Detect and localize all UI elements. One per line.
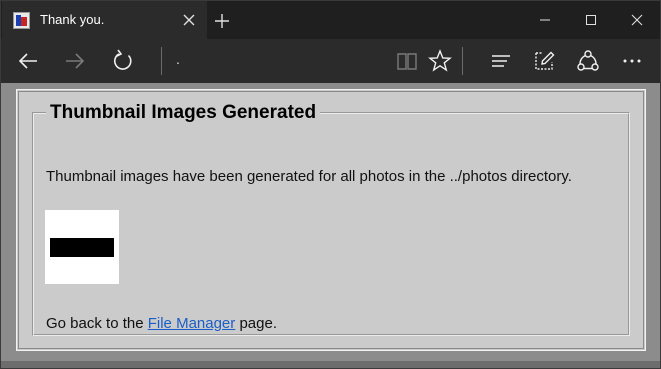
- nav-toolbar: .: [1, 39, 660, 83]
- forward-icon: [59, 45, 91, 77]
- back-line: Go back to the File Manager page.: [46, 315, 277, 332]
- web-note-icon[interactable]: [528, 45, 560, 77]
- share-icon[interactable]: [572, 45, 604, 77]
- browser-window: Thank you. . Thumbnail Images Generated …: [0, 0, 661, 369]
- reading-view-icon: [391, 45, 423, 77]
- window-bottom-edge: [1, 361, 660, 368]
- back-icon[interactable]: [12, 45, 44, 77]
- minimize-icon[interactable]: [522, 1, 568, 39]
- page-frame: Thumbnail Images Generated Thumbnail ima…: [18, 91, 644, 349]
- thumbnail-image: [45, 210, 119, 284]
- tab-active[interactable]: Thank you.: [2, 1, 207, 39]
- back-prefix: Go back to the: [46, 315, 148, 332]
- close-tab-icon[interactable]: [178, 9, 200, 31]
- refresh-icon[interactable]: [107, 45, 139, 77]
- result-fieldset: Thumbnail Images Generated Thumbnail ima…: [32, 102, 630, 336]
- page-content: Thumbnail Images Generated Thumbnail ima…: [16, 89, 646, 351]
- favorite-star-icon[interactable]: [424, 45, 456, 77]
- edge-favicon-icon: [13, 12, 30, 29]
- thumbnail-bar: [50, 238, 114, 257]
- hub-icon[interactable]: [485, 45, 517, 77]
- tab-title: Thank you.: [40, 12, 105, 27]
- maximize-icon[interactable]: [568, 1, 614, 39]
- toolbar-divider: [161, 47, 162, 75]
- toolbar-divider: [462, 47, 463, 75]
- file-manager-link[interactable]: File Manager: [148, 315, 236, 332]
- back-suffix: page.: [235, 315, 277, 332]
- result-message: Thumbnail images have been generated for…: [46, 168, 572, 185]
- new-tab-icon[interactable]: [210, 9, 234, 33]
- address-bar[interactable]: .: [176, 51, 180, 67]
- close-window-icon[interactable]: [614, 1, 660, 39]
- more-icon[interactable]: [616, 45, 648, 77]
- page-heading: Thumbnail Images Generated: [50, 102, 317, 123]
- title-bar: Thank you.: [1, 1, 660, 39]
